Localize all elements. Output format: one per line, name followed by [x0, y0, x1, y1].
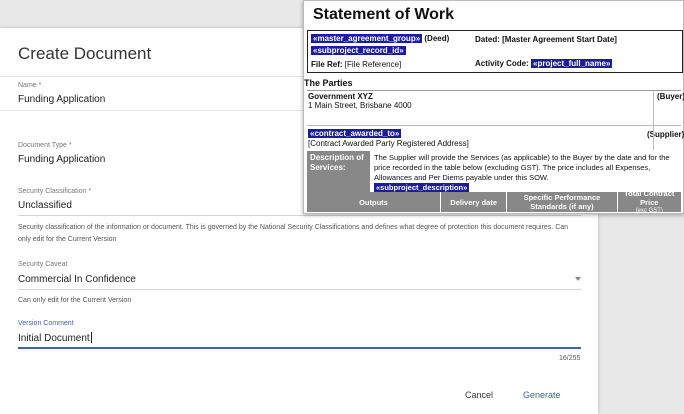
- parties-column-divider: [653, 90, 654, 150]
- activity-code-label: Activity Code:: [475, 59, 529, 68]
- description-text: The Supplier will provide the Services (…: [374, 153, 670, 192]
- merge-field-subproject-record-id: «subproject_record_id»: [311, 46, 406, 55]
- merge-field-contract-awarded-to: «contract_awarded_to»: [308, 129, 402, 138]
- security-classification-field[interactable]: Unclassified: [18, 200, 72, 211]
- parties-table: Government XYZ 1 Main Street, Brisbane 4…: [307, 90, 684, 152]
- merge-field-project-full-name: «project_full_name»: [531, 59, 613, 68]
- character-counter: 16/255: [559, 355, 581, 362]
- description-of-services-row: Description of Services: The Supplier wi…: [307, 151, 681, 193]
- version-comment-input[interactable]: Initial Document: [18, 332, 92, 344]
- text-cursor: [90, 332, 92, 343]
- generate-button[interactable]: Generate: [519, 388, 565, 402]
- merge-field-subproject-description: «subproject_description»: [374, 183, 470, 192]
- chevron-down-icon[interactable]: [575, 277, 581, 281]
- document-type-label: Document Type *: [18, 142, 72, 149]
- price-note: (exc GST): [635, 207, 663, 214]
- security-classification-help: Security classification of the informati…: [18, 224, 569, 243]
- version-comment-label: Version Comment: [18, 320, 74, 327]
- version-comment-underline: [18, 347, 581, 349]
- document-type-field[interactable]: Funding Application: [18, 154, 105, 165]
- parties-heading: The Parties: [304, 78, 353, 88]
- supplier-address: [Contract Awarded Party Registered Addre…: [308, 139, 469, 148]
- dated-label: Dated: [Master Agreement Start Date]: [475, 35, 617, 44]
- dialog-title: Create Document: [18, 44, 152, 63]
- name-label: Name *: [18, 82, 42, 89]
- description-label: Description of Services:: [307, 151, 370, 192]
- security-classification-label: Security Classification *: [18, 188, 92, 195]
- security-caveat-underline: [18, 289, 581, 290]
- name-field[interactable]: Funding Application: [18, 94, 105, 105]
- buyer-name: Government XYZ: [308, 92, 373, 101]
- services-table-header: Outputs Delivery date Specific Performan…: [307, 189, 681, 214]
- column-header-total-price: Total Contract Price (exc GST): [617, 189, 681, 214]
- statement-of-work-preview: Statement of Work «master_agreement_grou…: [303, 0, 684, 214]
- buyer-role: (Buyer): [657, 92, 684, 101]
- column-header-delivery-date: Delivery date: [440, 192, 508, 212]
- security-caveat-label: Security Caveat: [18, 261, 68, 268]
- supplier-row: «contract_awarded_to» [Contract Awarded …: [307, 126, 684, 152]
- security-classification-underline: [18, 215, 581, 216]
- sow-title: Statement of Work: [313, 6, 455, 23]
- cancel-button[interactable]: Cancel: [461, 388, 497, 402]
- column-header-outputs: Outputs: [307, 192, 441, 212]
- deed-label: (Deed): [424, 34, 450, 43]
- security-caveat-select[interactable]: Commercial In Confidence: [18, 274, 136, 285]
- merge-field-master-agreement-group: «master_agreement_group»: [311, 34, 423, 43]
- file-ref-value: [File Reference]: [344, 60, 402, 69]
- file-ref-label: File Ref:: [311, 60, 343, 69]
- buyer-row: Government XYZ 1 Main Street, Brisbane 4…: [307, 91, 684, 126]
- column-header-performance-standards: Specific Performance Standards (if any): [507, 192, 618, 212]
- buyer-address: 1 Main Street, Brisbane 4000: [308, 101, 412, 110]
- security-caveat-help: Can only edit for the Current Version: [18, 297, 132, 304]
- sow-header-box: «master_agreement_group» (Deed) Dated: […: [307, 30, 683, 73]
